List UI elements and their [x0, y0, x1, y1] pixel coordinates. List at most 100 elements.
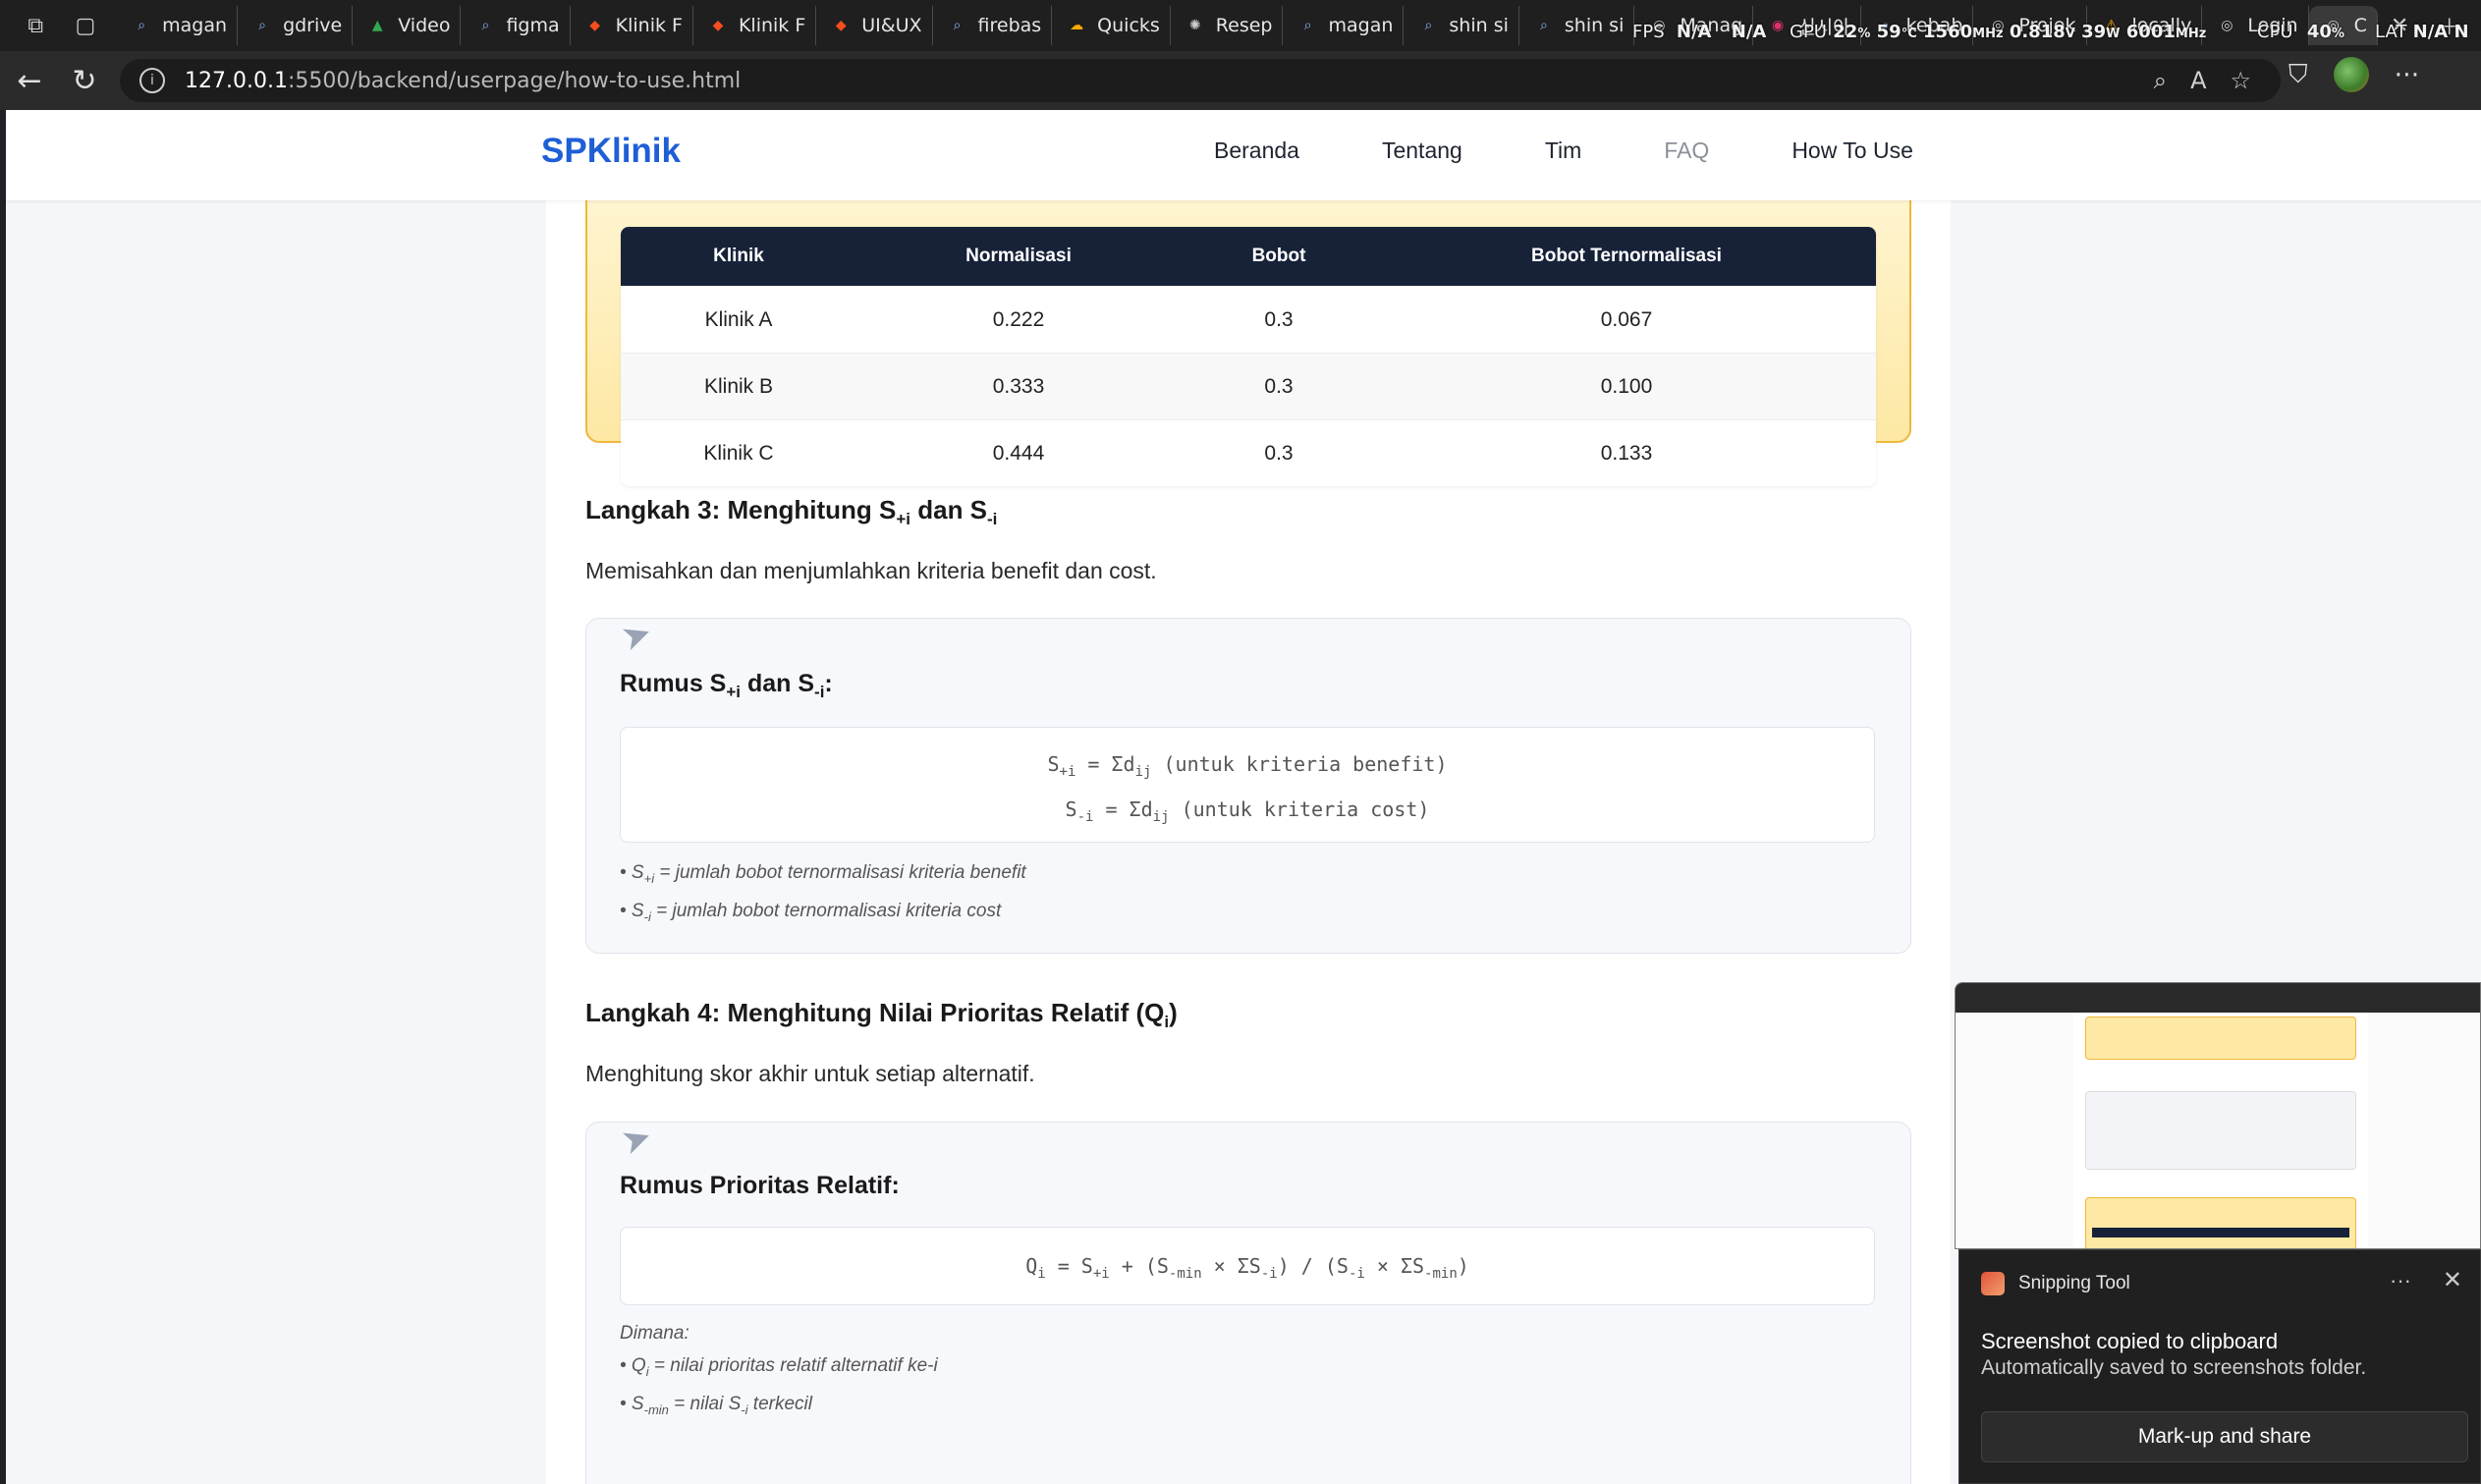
thumb-chrome	[1956, 983, 2480, 1013]
browser-tab[interactable]: ▲ Video	[353, 6, 462, 45]
favorite-star-icon[interactable]: ☆	[2230, 67, 2251, 94]
zoom-icon[interactable]: ⌕	[2154, 67, 2167, 94]
hud-gpu-pct: 22	[1833, 22, 1858, 42]
f1b: = Σd	[1075, 752, 1135, 776]
toast-subtitle: Automatically saved to screenshots folde…	[1981, 1356, 2367, 1379]
menu-faq[interactable]: FAQ	[1664, 137, 1709, 164]
browser-tab[interactable]: ◆ Klinik F	[571, 6, 693, 45]
weight-table: Klinik Normalisasi Bobot Bobot Ternormal…	[621, 227, 1876, 486]
f1a: S	[1047, 752, 1060, 776]
thumb-yellow-box-2	[2085, 1197, 2356, 1248]
figma-icon: ◆	[835, 18, 847, 33]
n2s: -i	[643, 908, 651, 924]
menu-tentang[interactable]: Tentang	[1382, 137, 1462, 164]
browser-tab-label: magan	[162, 15, 228, 36]
toast-close-icon[interactable]: ✕	[2443, 1266, 2462, 1294]
screenshot-thumbnail[interactable]	[1955, 982, 2481, 1249]
browser-tab-label: C	[2353, 15, 2367, 36]
perf-overlay-cpu: CPU 40%	[2257, 22, 2344, 42]
url-path: :5500/backend/userpage/how-to-use.html	[287, 68, 742, 93]
n1p: • S	[620, 862, 644, 883]
read-aloud-icon[interactable]: A	[2190, 67, 2206, 94]
step3-ft-sub2: -i	[814, 683, 825, 701]
menu-how-to-use[interactable]: How To Use	[1792, 137, 1913, 164]
cell: Klinik A	[621, 286, 856, 353]
cell: Klinik C	[621, 419, 856, 486]
search-icon: ⌕	[1539, 18, 1548, 33]
f1as: +i	[1059, 764, 1076, 780]
toast-app: Snipping Tool	[1981, 1272, 2130, 1295]
openai-icon: ✺	[1188, 18, 1201, 33]
browser-tab[interactable]: ✺ Resep	[1171, 6, 1284, 45]
m2p: • S	[620, 1393, 644, 1414]
step4-title-post: )	[1169, 998, 1178, 1027]
browser-tab[interactable]: ⌕ shin si	[1404, 6, 1519, 45]
browser-tab[interactable]: ☁ Quicks	[1052, 6, 1171, 45]
q1: Q	[1025, 1254, 1038, 1278]
browser-tab[interactable]: ⌕ shin si	[1519, 6, 1635, 45]
f2bs: ij	[1152, 809, 1170, 825]
profile-avatar[interactable]	[2333, 57, 2369, 92]
tab-actions-icon[interactable]: ▢	[68, 6, 104, 45]
address-row: ← ↻ i 127.0.0.1:5500/backend/userpage/ho…	[0, 51, 2481, 110]
menu-beranda[interactable]: Beranda	[1214, 137, 1299, 164]
address-bar[interactable]: i 127.0.0.1:5500/backend/userpage/how-to…	[120, 59, 2281, 102]
q2: = S	[1045, 1254, 1093, 1278]
search-icon: ⌕	[953, 18, 962, 33]
content-container: Klinik Normalisasi Bobot Bobot Ternormal…	[546, 161, 1951, 1484]
hud-mem-clock-unit: MHz	[2175, 27, 2207, 41]
step3-note-benefit: • S+i = jumlah bobot ternormalisasi krit…	[620, 856, 1026, 895]
browser-tab[interactable]: ⌕ magan	[1283, 6, 1405, 45]
cell: 0.133	[1377, 419, 1876, 486]
workspaces-icon[interactable]: ⧉	[18, 6, 54, 45]
cloud-icon: ☁	[1070, 18, 1084, 33]
cell: 0.222	[856, 286, 1181, 353]
markup-share-button[interactable]: Mark-up and share	[1981, 1411, 2468, 1462]
step4-formula-box: ➤ Rumus Prioritas Relatif: Qi = S+i + (S…	[585, 1116, 1911, 1484]
browser-tab[interactable]: ⌕ magan	[117, 6, 239, 45]
q2s: +i	[1092, 1266, 1110, 1282]
pin-icon: ➤	[616, 611, 658, 660]
col-bobot: Bobot	[1181, 227, 1377, 286]
browser-tab-label: Klinik F	[615, 15, 683, 36]
back-arrow-icon[interactable]: ←	[2, 53, 57, 108]
f1c: (untuk kriteria benefit)	[1151, 752, 1448, 776]
step4-notes-head: Dimana:	[620, 1323, 689, 1344]
more-menu-icon[interactable]: ⋯	[2395, 60, 2420, 89]
hud-gpu-clock-unit: MHz	[1972, 27, 2004, 41]
search-icon: ⌕	[481, 18, 490, 33]
step3-notes: • S+i = jumlah bobot ternormalisasi krit…	[620, 856, 1026, 933]
shield-icon[interactable]: ⛉	[2288, 60, 2308, 90]
toast-app-name: Snipping Tool	[2018, 1273, 2130, 1293]
browser-tab[interactable]: ◆ UI&UX	[816, 6, 933, 45]
hud-gpu-label: GPU	[1790, 22, 1827, 42]
site-info-icon[interactable]: i	[139, 68, 165, 93]
figma-icon: ◆	[589, 18, 601, 33]
step3-title-sub1: +i	[896, 510, 910, 529]
hud-fps-a: N/A	[1676, 22, 1712, 42]
browser-tab-label: shin si	[1564, 15, 1625, 36]
browser-tab[interactable]: ⌕ figma	[461, 6, 571, 45]
site-brand[interactable]: SPKlinik	[541, 132, 681, 171]
perf-overlay-lat: LAT N/A N	[2375, 22, 2469, 42]
n1s: +i	[643, 870, 655, 886]
formula-line-priority: Qi = S+i + (S-min × ΣS-i) / (S-i × ΣS-mi…	[621, 1247, 1874, 1292]
browser-tab-label: figma	[506, 15, 560, 36]
formula-line-benefit: S+i = Σdij (untuk kriteria benefit)	[621, 745, 1874, 791]
browser-tab-label: shin si	[1449, 15, 1509, 36]
cell: 0.100	[1377, 353, 1876, 419]
cell: Klinik B	[621, 353, 856, 419]
browser-tab[interactable]: ⌕ firebas	[933, 6, 1053, 45]
step4-notes: Dimana: • Qi = nilai prioritas relatif a…	[620, 1317, 938, 1426]
q3s: -min	[1168, 1266, 1202, 1282]
step3-ft-mid: dan S	[741, 670, 815, 697]
toast-more-icon[interactable]: ···	[2390, 1268, 2411, 1293]
col-klinik: Klinik	[621, 227, 856, 286]
browser-tab[interactable]: ⌕ gdrive	[238, 6, 354, 45]
browser-tab[interactable]: ◆ Klinik F	[693, 6, 817, 45]
f2b: = Σd	[1093, 797, 1153, 821]
reload-icon[interactable]: ↻	[57, 53, 112, 108]
step4-title-pre: Langkah 4: Menghitung Nilai Prioritas Re…	[585, 998, 1165, 1027]
f1bs: ij	[1134, 764, 1152, 780]
menu-tim[interactable]: Tim	[1545, 137, 1581, 164]
